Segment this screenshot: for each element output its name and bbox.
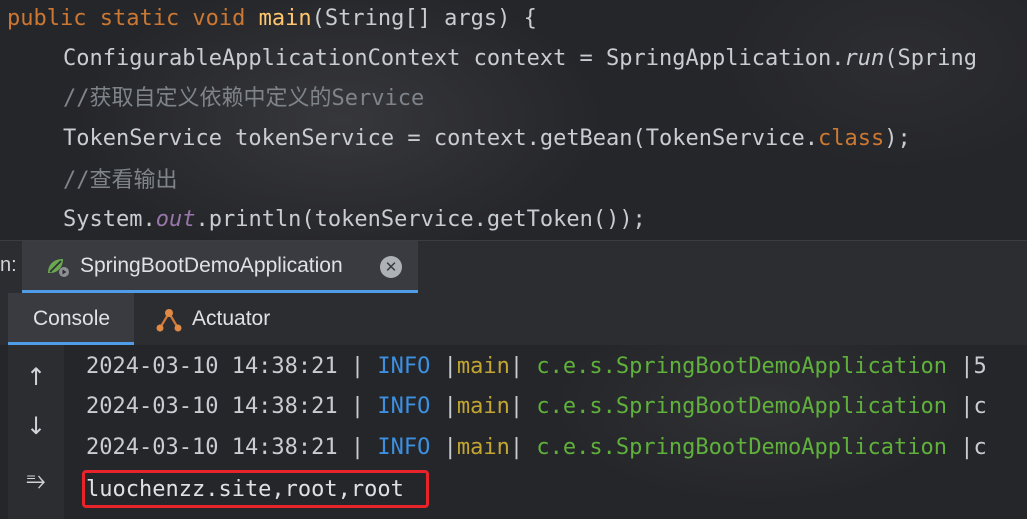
static-field-token: out: [155, 207, 196, 232]
log-level: INFO: [377, 354, 431, 379]
log-thread: main: [456, 394, 510, 419]
log-separator: |: [337, 435, 378, 460]
highlight-annotation-box: [82, 470, 429, 508]
log-separator: |: [430, 354, 457, 379]
spring-run-icon: [48, 259, 69, 277]
code-line-get-bean[interactable]: TokenService tokenService = context.getB…: [63, 124, 911, 154]
code-line-comment-view-output[interactable]: //查看输出: [63, 166, 178, 196]
tab-actuator-label: Actuator: [192, 307, 271, 330]
code-text: (Spring: [884, 46, 977, 71]
log-level: INFO: [377, 435, 431, 460]
log-thread: main: [456, 354, 510, 379]
method-name-token: main: [258, 6, 312, 31]
log-timestamp: 2024-03-10 14:38:21: [86, 394, 338, 419]
console-output-panel[interactable]: ↑ ↓ ⥱ 2024-03-10 14:38:21 | INFO |main| …: [0, 345, 1027, 519]
scroll-up-icon[interactable]: ↑: [22, 363, 50, 391]
soft-wrap-icon[interactable]: ⥱: [22, 466, 50, 494]
log-separator: |: [509, 354, 537, 379]
actuator-icon: [156, 309, 182, 332]
log-logger-link[interactable]: c.e.s.SpringBootDemoApplication: [536, 354, 947, 379]
run-label: n:: [0, 254, 17, 276]
run-config-tab[interactable]: SpringBootDemoApplication ✕: [22, 241, 418, 293]
code-editor[interactable]: public static void main(String[] args) {…: [0, 0, 1027, 240]
log-separator: |: [430, 435, 457, 460]
keyword-token: public static void: [7, 6, 259, 31]
code-text: );: [884, 126, 911, 151]
code-line-comment-get-service[interactable]: //获取自定义依赖中定义的Service: [63, 84, 424, 114]
code-line-main-signature[interactable]: public static void main(String[] args) {: [7, 4, 537, 34]
log-level: INFO: [377, 394, 431, 419]
log-message: 5: [973, 354, 987, 379]
log-thread: main: [456, 435, 510, 460]
log-timestamp: 2024-03-10 14:38:21: [86, 435, 338, 460]
console-tab-bar: Console Actuator: [0, 293, 1027, 345]
tab-console[interactable]: Console: [8, 293, 134, 345]
close-icon[interactable]: ✕: [380, 256, 402, 278]
run-tool-window-header: n: SpringBootDemoApplication ✕: [0, 240, 1027, 294]
log-logger-link[interactable]: c.e.s.SpringBootDemoApplication: [536, 394, 947, 419]
code-text: System.: [63, 207, 156, 232]
static-method-token: run: [844, 46, 885, 71]
code-text: ConfigurableApplicationContext context =…: [63, 46, 845, 71]
log-separator: |: [509, 435, 537, 460]
code-text: TokenService tokenService = context.getB…: [63, 126, 818, 151]
ide-window: public static void main(String[] args) {…: [0, 0, 1027, 519]
console-toolbar: ↑ ↓ ⥱: [8, 345, 64, 519]
tab-console-label: Console: [33, 307, 111, 330]
log-message: c: [973, 394, 987, 419]
code-line-println[interactable]: System.out.println(tokenService.getToken…: [63, 205, 646, 235]
log-line: 2024-03-10 14:38:21 | INFO |main| c.e.s.…: [86, 352, 987, 382]
log-timestamp: 2024-03-10 14:38:21: [86, 354, 338, 379]
code-line-context[interactable]: ConfigurableApplicationContext context =…: [63, 44, 977, 74]
log-separator: |: [947, 435, 974, 460]
log-separator: |: [337, 394, 378, 419]
tab-actuator[interactable]: Actuator: [154, 293, 294, 345]
run-config-tab-label: SpringBootDemoApplication: [80, 254, 343, 277]
log-separator: |: [947, 354, 974, 379]
log-separator: |: [509, 394, 537, 419]
log-separator: |: [430, 394, 457, 419]
scroll-down-icon[interactable]: ↓: [22, 412, 50, 440]
keyword-token: class: [817, 126, 885, 151]
code-text: (String[] args) {: [311, 6, 537, 31]
log-logger-link[interactable]: c.e.s.SpringBootDemoApplication: [536, 435, 947, 460]
code-text: .println(tokenService.getToken());: [195, 207, 646, 232]
log-separator: |: [337, 354, 378, 379]
log-line: 2024-03-10 14:38:21 | INFO |main| c.e.s.…: [86, 392, 987, 422]
log-line: 2024-03-10 14:38:21 | INFO |main| c.e.s.…: [86, 433, 987, 463]
log-separator: |: [947, 394, 974, 419]
log-message: c: [973, 435, 987, 460]
